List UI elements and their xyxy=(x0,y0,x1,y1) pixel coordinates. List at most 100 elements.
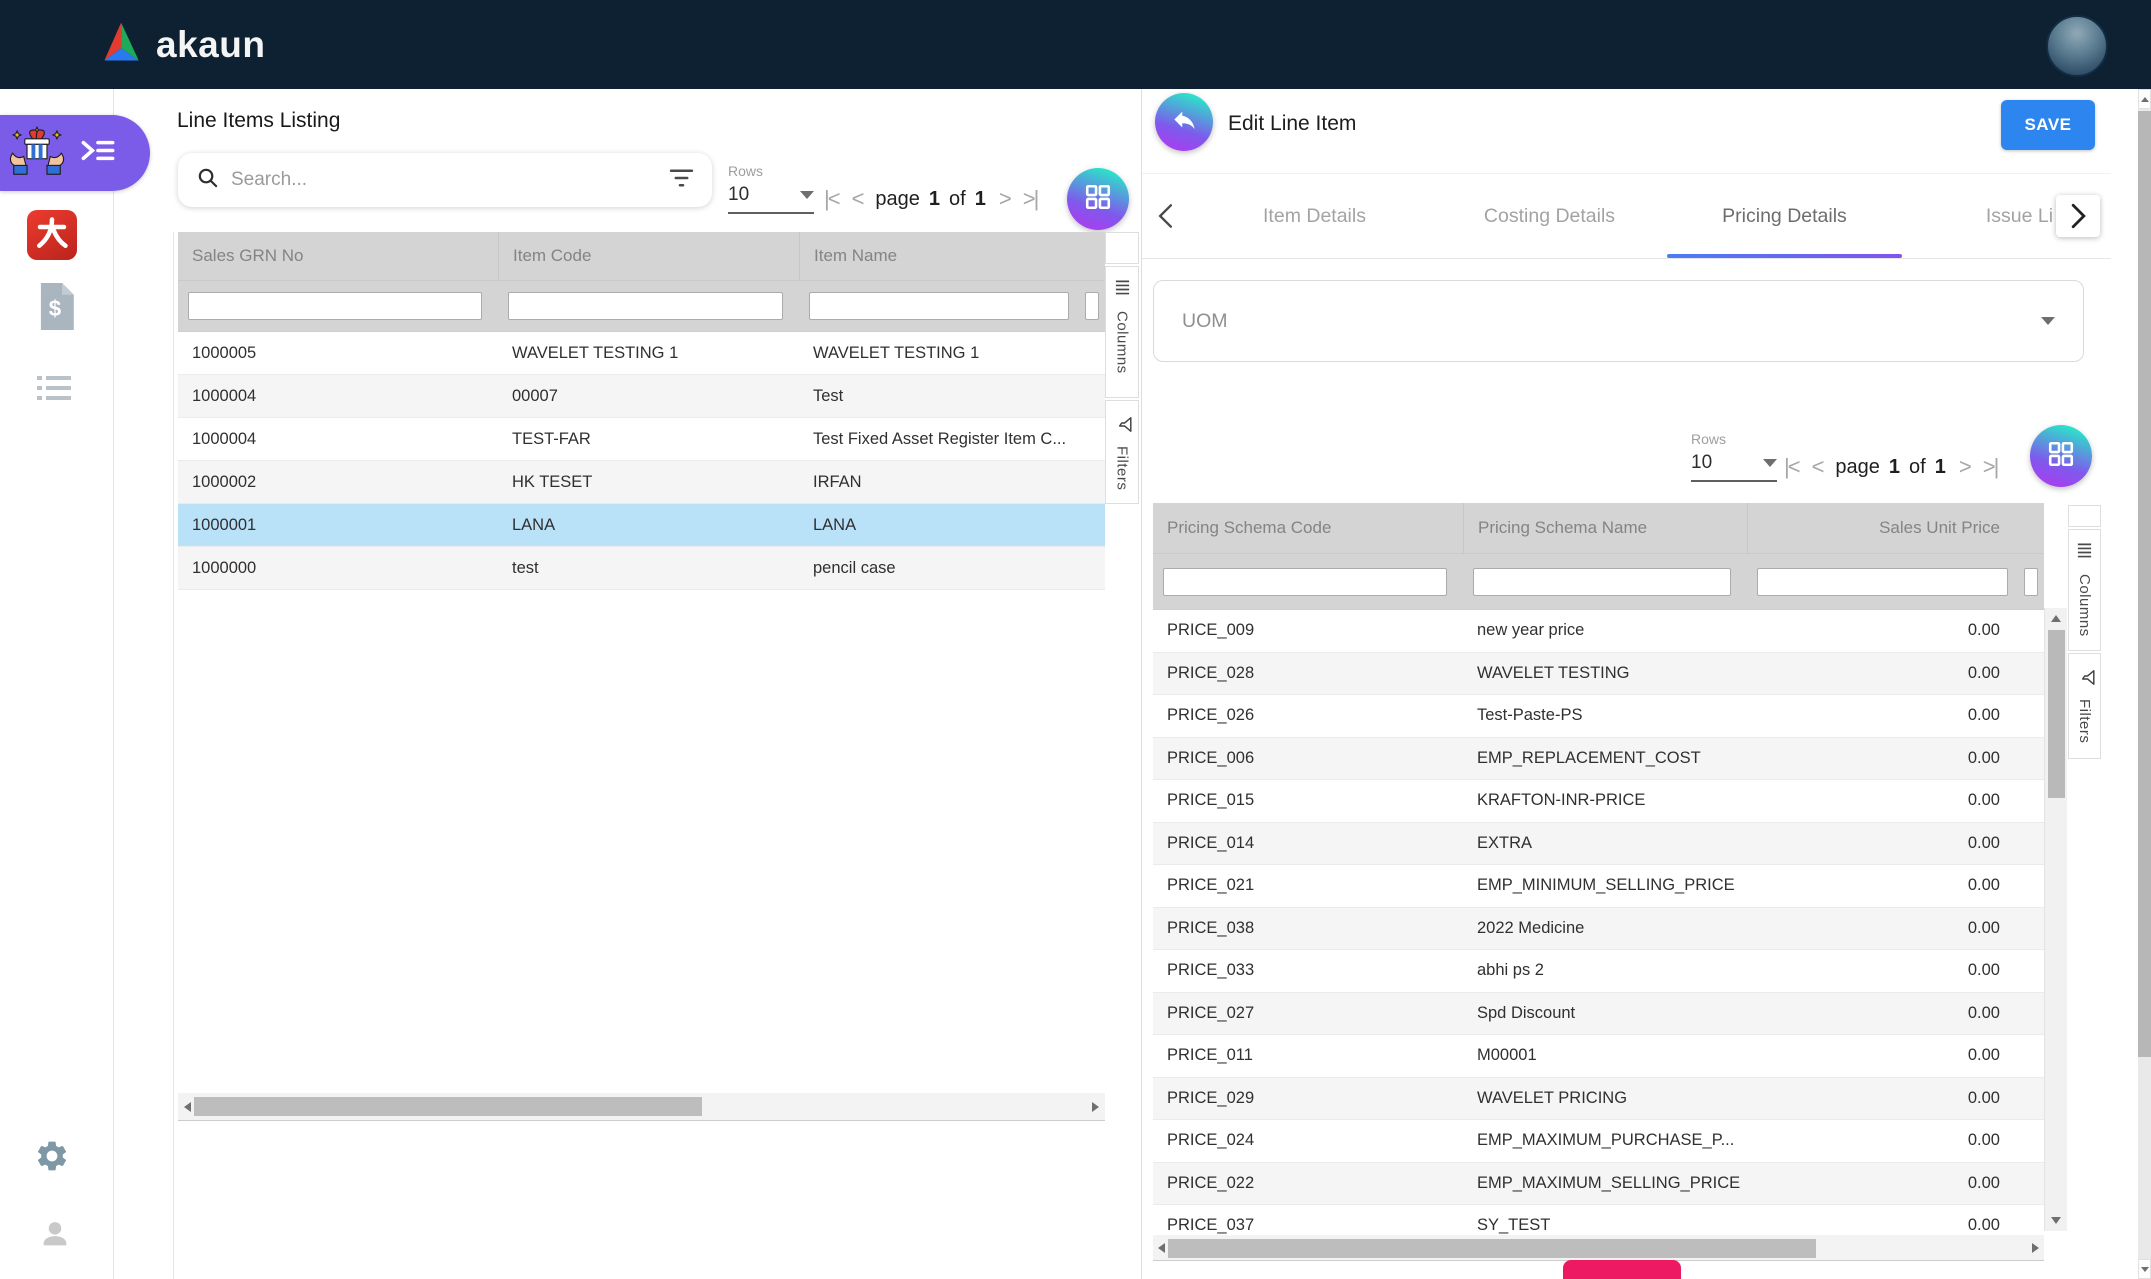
pricing-schema-row[interactable]: PRICE_033 abhi ps 2 0.00 xyxy=(1153,950,2044,993)
page-scrollbar[interactable] xyxy=(2138,89,2151,1279)
tab[interactable]: Pricing Details xyxy=(1667,174,1902,258)
scroll-right-icon[interactable] xyxy=(2032,1243,2039,1253)
pricing-schema-row[interactable]: PRICE_028 WAVELET TESTING 0.00 xyxy=(1153,653,2044,696)
sidebar-item-billing[interactable]: $ xyxy=(35,283,75,330)
pricing-schema-row[interactable]: PRICE_022 EMP_MAXIMUM_SELLING_PRICE 0.00 xyxy=(1153,1163,2044,1206)
first-page-button[interactable]: |< xyxy=(824,186,839,212)
sidebar-item-profile[interactable] xyxy=(38,1217,72,1251)
scroll-left-icon[interactable] xyxy=(1158,1243,1165,1253)
prev-page-button[interactable]: < xyxy=(1812,454,1823,480)
tab[interactable]: Item Details xyxy=(1197,174,1432,258)
pricing-schema-row[interactable]: PRICE_011 M00001 0.00 xyxy=(1153,1035,2044,1078)
line-item-row[interactable]: 1000005 WAVELET TESTING 1 WAVELET TESTIN… xyxy=(178,332,1105,375)
user-avatar[interactable] xyxy=(2046,15,2108,77)
table-vertical-scrollbar[interactable] xyxy=(2044,608,2067,1231)
filter-input-schema-code[interactable] xyxy=(1163,568,1447,596)
table-side-tabs: Columns Filters xyxy=(2068,505,2101,759)
cell-schema-code: PRICE_038 xyxy=(1153,919,1463,938)
cell-unit-price: 0.00 xyxy=(1747,1046,2024,1065)
pricing-schema-row[interactable]: PRICE_027 Spd Discount 0.00 xyxy=(1153,993,2044,1036)
brand-logo[interactable]: akaun xyxy=(100,0,265,89)
prev-page-button[interactable]: < xyxy=(852,186,863,212)
scrollbar-thumb[interactable] xyxy=(194,1097,702,1116)
last-page-button[interactable]: >| xyxy=(1983,454,1998,480)
rows-per-page-select[interactable]: Rows 10 xyxy=(1691,431,1777,482)
bottom-action-button[interactable] xyxy=(1563,1260,1681,1279)
column-header[interactable]: Item Name xyxy=(799,232,1085,280)
column-header[interactable]: Pricing Schema Code xyxy=(1153,503,1463,553)
sidebar-item-listing[interactable] xyxy=(37,373,71,403)
svg-text:$: $ xyxy=(49,296,62,321)
pricing-schema-row[interactable]: PRICE_024 EMP_MAXIMUM_PURCHASE_P... 0.00 xyxy=(1153,1120,2044,1163)
filter-input-schema-name[interactable] xyxy=(1473,568,1731,596)
sidebar-item-dahua-app[interactable] xyxy=(27,210,77,260)
filter-input-partial[interactable] xyxy=(2024,568,2038,596)
cell-unit-price: 0.00 xyxy=(1747,1004,2024,1023)
tabs-scroll-left-icon[interactable] xyxy=(1158,174,1173,258)
scroll-right-icon[interactable] xyxy=(1092,1102,1099,1112)
scrollbar-thumb[interactable] xyxy=(2048,630,2065,798)
filter-list-icon[interactable] xyxy=(669,168,694,193)
next-page-button[interactable]: > xyxy=(1959,454,1970,480)
tabs-scroll-right-button[interactable] xyxy=(2056,195,2100,237)
cell-unit-price: 0.00 xyxy=(1747,834,2024,853)
filters-tab[interactable]: Filters xyxy=(2068,653,2101,759)
grid-view-button[interactable] xyxy=(2030,425,2092,487)
last-page-button[interactable]: >| xyxy=(1023,186,1038,212)
horizontal-scrollbar[interactable] xyxy=(178,1093,1105,1121)
scrollbar-thumb[interactable] xyxy=(2138,111,2151,1057)
scroll-down-icon[interactable] xyxy=(2051,1217,2061,1224)
next-page-button[interactable]: > xyxy=(999,186,1010,212)
scroll-left-icon[interactable] xyxy=(184,1102,191,1112)
tab[interactable]: Costing Details xyxy=(1432,174,1667,258)
sidebar-item-settings[interactable] xyxy=(34,1138,70,1174)
pricing-schema-row[interactable]: PRICE_038 2022 Medicine 0.00 xyxy=(1153,908,2044,951)
filters-tab[interactable]: Filters xyxy=(1105,400,1139,504)
line-item-row[interactable]: 1000000 test pencil case xyxy=(178,547,1105,590)
scroll-up-icon[interactable] xyxy=(2051,615,2061,622)
cell-sales-grn-no: 1000002 xyxy=(178,473,498,492)
pricing-schema-row[interactable]: PRICE_006 EMP_REPLACEMENT_COST 0.00 xyxy=(1153,738,2044,781)
grid-view-icon xyxy=(1084,183,1112,216)
pricing-schema-row[interactable]: PRICE_015 KRAFTON-INR-PRICE 0.00 xyxy=(1153,780,2044,823)
pricing-schema-row[interactable]: PRICE_021 EMP_MINIMUM_SELLING_PRICE 0.00 xyxy=(1153,865,2044,908)
scrollbar-thumb[interactable] xyxy=(1168,1239,1816,1258)
chevron-down-icon xyxy=(800,191,814,199)
cell-item-code: LANA xyxy=(498,516,799,535)
cell-item-code: HK TESET xyxy=(498,473,799,492)
columns-tab[interactable]: Columns xyxy=(1105,266,1139,398)
first-page-button[interactable]: |< xyxy=(1784,454,1799,480)
back-button[interactable] xyxy=(1155,93,1213,151)
rows-per-page-select[interactable]: Rows 10 xyxy=(728,163,814,214)
cell-schema-name: KRAFTON-INR-PRICE xyxy=(1463,791,1747,810)
uom-select[interactable]: UOM xyxy=(1153,280,2084,362)
column-header[interactable]: Pricing Schema Name xyxy=(1463,503,1747,553)
line-item-row[interactable]: 1000004 TEST-FAR Test Fixed Asset Regist… xyxy=(178,418,1105,461)
filter-input-item-code[interactable] xyxy=(508,292,783,320)
grid-view-button[interactable] xyxy=(1067,168,1129,230)
scroll-down-button[interactable] xyxy=(2138,1259,2151,1279)
line-item-row[interactable]: 1000004 00007 Test xyxy=(178,375,1105,418)
scroll-up-button[interactable] xyxy=(2138,89,2151,109)
save-button[interactable]: SAVE xyxy=(2001,100,2095,150)
pricing-schema-row[interactable]: PRICE_026 Test-Paste-PS 0.00 xyxy=(1153,695,2044,738)
cell-schema-name: EXTRA xyxy=(1463,834,1747,853)
pricing-schema-row[interactable]: PRICE_009 new year price 0.00 xyxy=(1153,610,2044,653)
table-side-tabs: Columns Filters xyxy=(1105,232,1139,504)
columns-tab[interactable]: Columns xyxy=(2068,529,2101,651)
filter-input-item-name[interactable] xyxy=(809,292,1069,320)
filter-input-unit-price[interactable] xyxy=(1757,568,2008,596)
filter-input-partial[interactable] xyxy=(1085,292,1099,320)
line-item-row[interactable]: 1000001 LANA LANA xyxy=(178,504,1105,547)
cell-item-name: pencil case xyxy=(799,559,1085,578)
horizontal-scrollbar[interactable] xyxy=(1153,1235,2044,1261)
column-header[interactable]: Sales GRN No xyxy=(178,232,498,280)
filter-input-sales-grn-no[interactable] xyxy=(188,292,482,320)
line-item-row[interactable]: 1000002 HK TESET IRFAN xyxy=(178,461,1105,504)
pricing-schema-row[interactable]: PRICE_014 EXTRA 0.00 xyxy=(1153,823,2044,866)
search-input[interactable] xyxy=(229,168,659,192)
pricing-schema-row[interactable]: PRICE_029 WAVELET PRICING 0.00 xyxy=(1153,1078,2044,1121)
column-header[interactable]: Sales Unit Price xyxy=(1747,503,2024,553)
app-switcher-pill[interactable] xyxy=(0,115,150,191)
column-header[interactable]: Item Code xyxy=(498,232,799,280)
